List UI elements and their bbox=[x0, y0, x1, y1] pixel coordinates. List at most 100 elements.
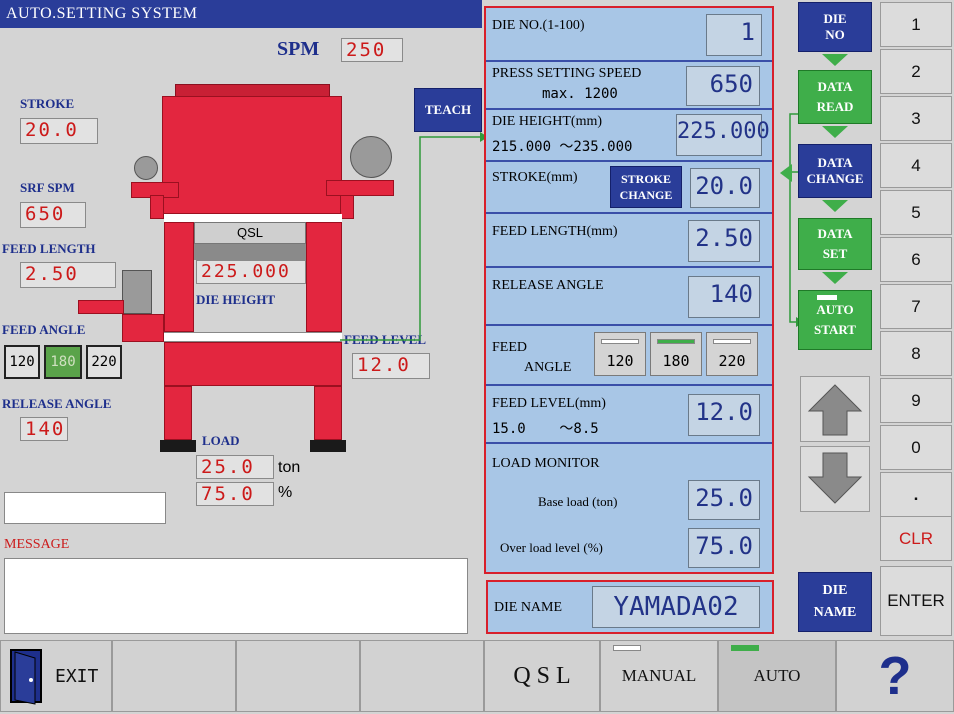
key-2[interactable]: 2 bbox=[880, 49, 952, 94]
flow-arrow-3 bbox=[822, 200, 848, 212]
up-arrow-button[interactable] bbox=[800, 376, 870, 442]
key-5[interactable]: 5 bbox=[880, 190, 952, 235]
help-button[interactable]: ? bbox=[836, 640, 954, 712]
feed-angle-120-indicator bbox=[601, 339, 639, 344]
over-load-label: Over load level (%) bbox=[500, 540, 603, 555]
key-clr[interactable]: CLR bbox=[880, 516, 952, 561]
row-feed-length: FEED LENGTH(mm) 2.50 bbox=[486, 214, 772, 268]
key-0[interactable]: 0 bbox=[880, 425, 952, 470]
data-set-button[interactable]: DATA SET bbox=[798, 218, 872, 270]
auto-start-button[interactable]: AUTO START bbox=[798, 290, 872, 350]
data-change-button[interactable]: DATA CHANGE bbox=[798, 144, 872, 198]
feed-level-panel-label: FEED LEVEL(mm) bbox=[492, 396, 606, 411]
bottom-blank-1[interactable] bbox=[112, 640, 236, 712]
row-press-speed: PRESS SETTING SPEED max. 1200 650 bbox=[486, 62, 772, 110]
die-height-panel-label: DIE HEIGHT(mm) bbox=[492, 114, 603, 129]
bottom-blank-2[interactable] bbox=[236, 640, 360, 712]
key-8[interactable]: 8 bbox=[880, 331, 952, 376]
settings-panel: DIE NO.(1-100) 1 PRESS SETTING SPEED max… bbox=[484, 6, 774, 574]
feed-angle-option-220[interactable]: 220 bbox=[706, 332, 758, 376]
key-7[interactable]: 7 bbox=[880, 284, 952, 329]
row-load-monitor: LOAD MONITOR Base load (ton) 25.0 Over l… bbox=[486, 444, 772, 572]
auto-label: AUTO bbox=[753, 666, 801, 685]
die-name-label: DIE NAME bbox=[494, 600, 563, 615]
die-name-button[interactable]: DIE NAME bbox=[798, 572, 872, 632]
feed-angle-220-label: 220 bbox=[718, 352, 746, 370]
data-change-line1: DATA bbox=[817, 155, 853, 170]
data-read-button[interactable]: DATA READ bbox=[798, 70, 872, 124]
die-height-panel-value[interactable]: 225.000 bbox=[676, 114, 770, 156]
key-9[interactable]: 9 bbox=[880, 378, 952, 423]
auto-indicator bbox=[731, 645, 759, 651]
feed-angle-180-indicator bbox=[657, 339, 695, 344]
data-read-line1: DATA bbox=[817, 79, 853, 94]
feed-angle-panel-label1: FEED bbox=[492, 340, 527, 355]
stroke-change-line1: STROKE bbox=[620, 172, 671, 186]
stroke-panel-value[interactable]: 20.0 bbox=[690, 168, 760, 208]
release-angle-panel-label: RELEASE ANGLE bbox=[492, 278, 604, 293]
stroke-change-button[interactable]: STROKE CHANGE bbox=[610, 166, 682, 208]
manual-label: MANUAL bbox=[621, 666, 697, 685]
die-no-button[interactable]: DIE NO bbox=[798, 2, 872, 52]
over-load-value[interactable]: 75.0 bbox=[688, 528, 760, 568]
die-height-range: 215.000 ～235.000 bbox=[492, 139, 633, 155]
qsl-button[interactable]: Q S L bbox=[484, 640, 600, 712]
row-die-height: DIE HEIGHT(mm) 215.000 ～235.000 225.000 bbox=[486, 110, 772, 162]
key-6[interactable]: 6 bbox=[880, 237, 952, 282]
feed-angle-option-180[interactable]: 180 bbox=[650, 332, 702, 376]
row-release-angle: RELEASE ANGLE 140 bbox=[486, 268, 772, 326]
auto-start-line1: AUTO bbox=[816, 302, 854, 317]
key-4[interactable]: 4 bbox=[880, 143, 952, 188]
press-speed-value[interactable]: 650 bbox=[686, 66, 760, 106]
feed-length-panel-label: FEED LENGTH(mm) bbox=[492, 224, 618, 239]
row-feed-level: FEED LEVEL(mm) 15.0 ～8.5 12.0 bbox=[486, 386, 772, 444]
stroke-panel-label: STROKE(mm) bbox=[492, 170, 578, 185]
flow-arrow-4 bbox=[822, 272, 848, 284]
key-enter[interactable]: ENTER bbox=[880, 566, 952, 636]
release-angle-panel-value[interactable]: 140 bbox=[688, 276, 760, 318]
exit-label: EXIT bbox=[55, 665, 99, 687]
feed-angle-180-label: 180 bbox=[662, 352, 690, 370]
row-stroke: STROKE(mm) STROKE CHANGE 20.0 bbox=[486, 162, 772, 214]
die-name-btn-line2: NAME bbox=[813, 605, 857, 620]
data-set-line2: SET bbox=[822, 246, 848, 261]
feed-level-range: 15.0 ～8.5 bbox=[492, 421, 599, 437]
base-load-label: Base load (ton) bbox=[538, 494, 618, 509]
die-no-label: DIE NO.(1-100) bbox=[492, 18, 585, 33]
die-name-btn-line1: DIE bbox=[822, 583, 848, 598]
down-arrow-button[interactable] bbox=[800, 446, 870, 512]
data-read-line2: READ bbox=[816, 99, 854, 114]
die-name-value[interactable]: YAMADA02 bbox=[592, 586, 760, 628]
press-speed-label: PRESS SETTING SPEED bbox=[492, 66, 642, 81]
manual-button[interactable]: MANUAL bbox=[600, 640, 718, 712]
stroke-change-line2: CHANGE bbox=[619, 188, 673, 202]
auto-button[interactable]: AUTO bbox=[718, 640, 836, 712]
feed-length-panel-value[interactable]: 2.50 bbox=[688, 220, 760, 262]
flow-arrow-2 bbox=[822, 126, 848, 138]
key-dot[interactable]: . bbox=[880, 472, 952, 517]
door-exit-icon bbox=[10, 649, 42, 705]
flow-arrow-change bbox=[780, 164, 792, 182]
feed-angle-option-120[interactable]: 120 bbox=[594, 332, 646, 376]
feed-angle-120-label: 120 bbox=[606, 352, 634, 370]
data-set-line1: DATA bbox=[817, 226, 853, 241]
message-label: MESSAGE bbox=[4, 537, 70, 552]
exit-button[interactable]: EXIT bbox=[0, 640, 112, 712]
key-1[interactable]: 1 bbox=[880, 2, 952, 47]
manual-indicator bbox=[613, 645, 641, 651]
flow-arrow-1 bbox=[822, 54, 848, 66]
row-die-no: DIE NO.(1-100) 1 bbox=[486, 8, 772, 62]
status-box bbox=[4, 492, 166, 524]
feed-angle-panel-label2: ANGLE bbox=[524, 360, 572, 375]
die-no-value[interactable]: 1 bbox=[706, 14, 762, 56]
load-monitor-label: LOAD MONITOR bbox=[492, 456, 600, 471]
feed-angle-220-indicator bbox=[713, 339, 751, 344]
base-load-value[interactable]: 25.0 bbox=[688, 480, 760, 520]
press-speed-max: max. 1200 bbox=[542, 86, 618, 102]
feed-level-panel-value[interactable]: 12.0 bbox=[688, 394, 760, 436]
key-3[interactable]: 3 bbox=[880, 96, 952, 141]
up-arrow-icon bbox=[807, 384, 863, 436]
die-name-panel: DIE NAME YAMADA02 bbox=[486, 580, 774, 634]
bottom-blank-3[interactable] bbox=[360, 640, 484, 712]
die-no-btn-line2: NO bbox=[825, 27, 845, 42]
